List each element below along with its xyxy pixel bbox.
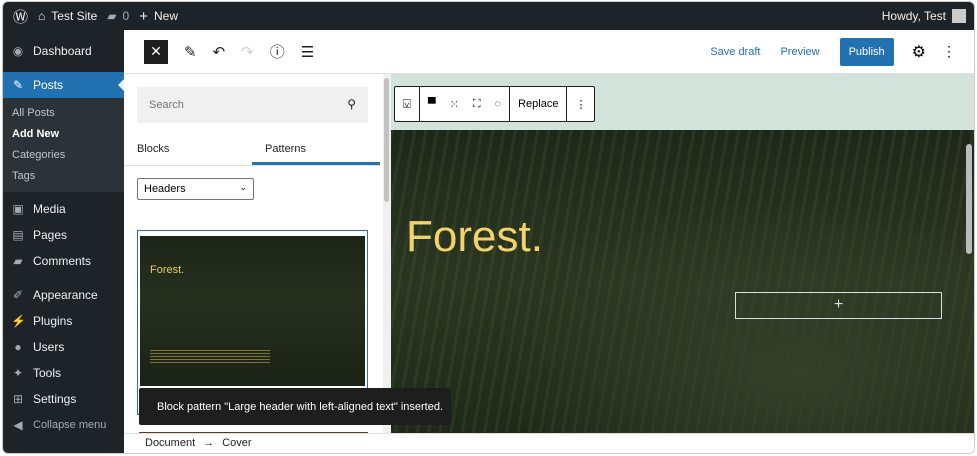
cover-block-icon[interactable]: ⍌ xyxy=(403,96,411,112)
duotone-icon[interactable]: ◌ xyxy=(495,98,502,110)
sidebar-item-appearance[interactable]: ✐ Appearance xyxy=(3,282,124,308)
sidebar-label: Comments xyxy=(33,254,92,268)
editor-window: Ⓦ ⌂ Test Site ▰ 0 + New Howdy, Test ◉ Dashbo… xyxy=(2,1,975,454)
collapse-menu[interactable]: ◀ Collapse menu xyxy=(3,412,124,438)
tab-patterns[interactable]: Patterns xyxy=(252,136,380,165)
search-placeholder: Search xyxy=(149,99,184,111)
posts-submenu: All Posts Add New Categories Tags xyxy=(3,98,124,192)
gear-icon[interactable]: ⚙ xyxy=(912,42,926,62)
inserter-scrollbar[interactable] xyxy=(383,74,391,436)
admin-sidebar: ◉ Dashboard ✎ Posts All Posts Add New Cate… xyxy=(3,30,124,453)
canvas-scrollbar[interactable] xyxy=(966,144,972,254)
alignment-matrix-icon[interactable]: ⁙ xyxy=(450,98,459,111)
appearance-icon: ✐ xyxy=(12,288,24,302)
block-toolbar: ⍌ ▀ ⁙ ⛶ ◌ Replace ⋮ xyxy=(394,86,596,122)
sidebar-label: Plugins xyxy=(33,314,73,328)
dashboard-icon: ◉ xyxy=(12,44,24,58)
tab-blocks[interactable]: Blocks xyxy=(124,136,252,165)
comments-link[interactable]: ▰ 0 xyxy=(107,2,129,30)
save-draft-button[interactable]: Save draft xyxy=(710,46,760,58)
sidebar-label: Media xyxy=(33,202,66,216)
close-inserter-button[interactable]: ✕ xyxy=(144,39,168,64)
arrow-right-icon: → xyxy=(203,437,215,449)
comments-icon: ▰ xyxy=(13,254,23,268)
chevron-down-icon: ⌄ xyxy=(239,182,247,192)
sidebar-label: Appearance xyxy=(33,288,98,302)
inserter-tabs: Blocks Patterns xyxy=(124,136,380,166)
tools-icon: ✦ xyxy=(12,366,24,380)
sidebar-item-media[interactable]: ▣ Media xyxy=(3,196,124,222)
breadcrumb: Document → Cover xyxy=(124,433,974,453)
sidebar-item-plugins[interactable]: ⚡ Plugins xyxy=(3,308,124,334)
sidebar-label: Posts xyxy=(33,78,64,92)
sidebar-label: Dashboard xyxy=(33,44,92,58)
wordpress-logo-icon[interactable]: Ⓦ xyxy=(13,2,28,30)
new-link[interactable]: + New xyxy=(139,2,178,30)
pattern-preview-title: Forest. xyxy=(150,264,185,276)
undo-icon[interactable]: ↶ xyxy=(213,43,226,61)
sidebar-label: Pages xyxy=(33,228,68,242)
block-options-icon[interactable]: ⋮ xyxy=(575,98,586,111)
add-block-button[interactable]: + xyxy=(735,292,942,319)
pattern-preview-text xyxy=(150,350,270,364)
snackbar-notice[interactable]: Block pattern "Large header with left-al… xyxy=(139,388,451,425)
settings-icon: ⊞ xyxy=(12,392,24,406)
content-position-icon[interactable]: ▀ xyxy=(428,98,436,110)
sidebar-label: Collapse menu xyxy=(33,419,107,431)
sidebar-item-users[interactable]: ● Users xyxy=(3,334,124,360)
category-value: Headers xyxy=(144,183,186,195)
redo-icon[interactable]: ↷ xyxy=(241,43,254,61)
howdy-text: Howdy, Test xyxy=(881,9,946,23)
pattern-category-select[interactable]: Headers ⌄ xyxy=(137,178,254,200)
home-icon: ⌂ xyxy=(38,9,46,23)
search-icon: ⚲ xyxy=(347,97,356,111)
list-view-icon[interactable]: ☰ xyxy=(301,43,314,61)
publish-button[interactable]: Publish xyxy=(839,37,894,66)
breadcrumb-cover[interactable]: Cover xyxy=(222,437,251,453)
collapse-icon: ◀ xyxy=(13,418,23,432)
more-options-icon[interactable]: ⋮ xyxy=(942,43,956,60)
editor-header: ✕ ✎ ↶ ↷ ⓘ ☰ Save draft Preview Publish ⚙… xyxy=(124,30,974,74)
breadcrumb-document[interactable]: Document xyxy=(145,437,195,453)
account-menu[interactable]: Howdy, Test xyxy=(882,2,966,30)
plugins-icon: ⚡ xyxy=(11,314,26,328)
plus-icon: + xyxy=(139,7,148,25)
sidebar-item-settings[interactable]: ⊞ Settings xyxy=(3,386,124,412)
sidebar-item-posts[interactable]: ✎ Posts xyxy=(3,72,124,98)
sidebar-item-pages[interactable]: ▤ Pages xyxy=(3,222,124,248)
comment-count: 0 xyxy=(122,9,130,23)
sidebar-label: Users xyxy=(33,340,65,354)
edit-pencil-icon[interactable]: ✎ xyxy=(184,43,197,61)
site-name: Test Site xyxy=(51,9,98,23)
block-inserter-panel: Search ⚲ Blocks Patterns Headers ⌄ Forest. xyxy=(124,74,389,442)
search-input[interactable]: Search ⚲ xyxy=(137,87,368,123)
sidebar-label: Settings xyxy=(33,392,77,406)
site-link[interactable]: ⌂ Test Site xyxy=(38,2,97,30)
media-icon: ▣ xyxy=(12,202,24,216)
submenu-categories[interactable]: Categories xyxy=(3,145,124,166)
pages-icon: ▤ xyxy=(12,228,24,242)
new-label: New xyxy=(153,9,178,23)
sidebar-item-tools[interactable]: ✦ Tools xyxy=(3,360,124,386)
admin-bar: Ⓦ ⌂ Test Site ▰ 0 + New Howdy, Test xyxy=(3,2,974,30)
submenu-tags[interactable]: Tags xyxy=(3,166,124,187)
comment-icon: ▰ xyxy=(107,9,117,23)
sidebar-item-comments[interactable]: ▰ Comments xyxy=(3,248,124,274)
avatar xyxy=(952,9,966,23)
cover-heading[interactable]: Forest. xyxy=(406,212,543,262)
fullscreen-icon[interactable]: ⛶ xyxy=(473,98,481,111)
editor-canvas: Forest. + ⍌ ▀ ⁙ ⛶ ◌ Replace ⋮ xyxy=(391,74,974,433)
replace-button[interactable]: Replace xyxy=(518,98,558,110)
pattern-preview: Forest. xyxy=(140,236,365,386)
info-icon[interactable]: ⓘ xyxy=(270,41,285,62)
sidebar-label: Tools xyxy=(33,366,62,380)
pin-icon: ✎ xyxy=(12,78,24,92)
sidebar-item-dashboard[interactable]: ◉ Dashboard xyxy=(3,38,124,64)
cover-block[interactable]: Forest. + xyxy=(391,130,974,433)
preview-button[interactable]: Preview xyxy=(780,46,819,58)
users-icon: ● xyxy=(14,340,22,354)
submenu-all-posts[interactable]: All Posts xyxy=(3,103,124,124)
submenu-add-new[interactable]: Add New xyxy=(3,124,124,145)
